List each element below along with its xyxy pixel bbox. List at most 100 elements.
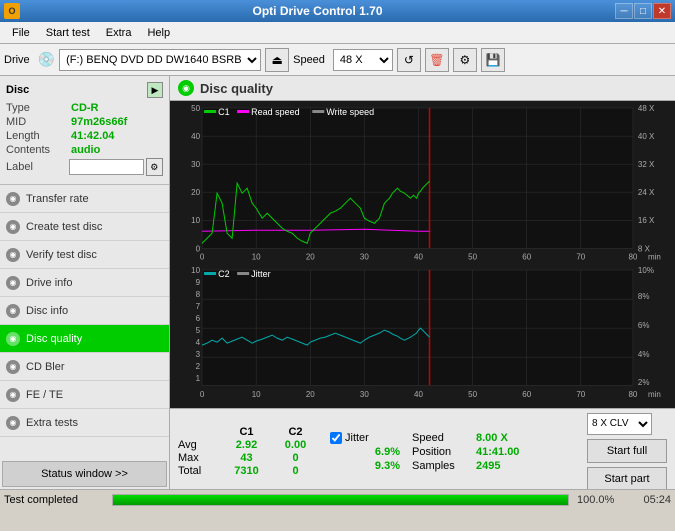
speed-label: Speed xyxy=(412,432,472,444)
status-text: Test completed xyxy=(4,494,104,506)
disc-info-panel: Disc ▶ Type CD-R MID 97m26s66f Length 41… xyxy=(0,76,169,185)
svg-text:60: 60 xyxy=(522,391,531,400)
menu-file[interactable]: File xyxy=(4,25,38,41)
content-header: ◉ Disc quality xyxy=(170,76,675,101)
statusbar: Test completed 100.0% 05:24 xyxy=(0,489,675,509)
start-part-button[interactable]: Start part xyxy=(587,467,667,489)
svg-text:32 X: 32 X xyxy=(638,160,655,169)
sidebar-item-cd-bler-label: CD Bler xyxy=(26,361,65,373)
svg-text:C2: C2 xyxy=(218,269,230,279)
status-window-button[interactable]: Status window >> xyxy=(2,461,167,487)
menu-start-test[interactable]: Start test xyxy=(38,25,98,41)
svg-text:40 X: 40 X xyxy=(638,132,655,141)
menu-extra[interactable]: Extra xyxy=(98,25,140,41)
svg-text:min: min xyxy=(648,252,661,261)
svg-text:C1: C1 xyxy=(218,107,230,117)
chart1-svg: 50 40 30 20 10 0 48 X 40 X 32 X 24 X 16 … xyxy=(172,103,673,263)
menubar: File Start test Extra Help xyxy=(0,22,675,44)
sidebar-item-cd-bler[interactable]: ◉ CD Bler xyxy=(0,353,169,381)
drive-select[interactable]: (F:) BENQ DVD DD DW1640 BSRB xyxy=(59,49,261,71)
max-jitter-value: 9.3% xyxy=(330,460,400,472)
start-full-button[interactable]: Start full xyxy=(587,439,667,463)
save-button[interactable]: 💾 xyxy=(481,48,505,72)
action-buttons: 8 X CLV 16 X CLV 24 X CLV 32 X CLV 48 X … xyxy=(587,413,667,489)
drive-label: Drive xyxy=(4,54,30,66)
create-test-disc-icon: ◉ xyxy=(6,220,20,234)
sidebar-item-verify-test-disc-label: Verify test disc xyxy=(26,249,97,261)
sidebar: Disc ▶ Type CD-R MID 97m26s66f Length 41… xyxy=(0,76,170,489)
content-icon: ◉ xyxy=(178,80,194,96)
titlebar: O Opti Drive Control 1.70 ─ □ ✕ xyxy=(0,0,675,22)
svg-text:50: 50 xyxy=(468,391,477,400)
sidebar-item-transfer-rate[interactable]: ◉ Transfer rate xyxy=(0,185,169,213)
svg-text:40: 40 xyxy=(414,391,423,400)
sidebar-item-disc-info-label: Disc info xyxy=(26,305,68,317)
contents-label: Contents xyxy=(6,144,71,156)
sidebar-item-verify-test-disc[interactable]: ◉ Verify test disc xyxy=(0,241,169,269)
progress-bar xyxy=(112,494,569,506)
close-button[interactable]: ✕ xyxy=(653,3,671,19)
sidebar-menu: ◉ Transfer rate ◉ Create test disc ◉ Ver… xyxy=(0,185,169,459)
contents-value: audio xyxy=(71,144,100,156)
svg-text:5: 5 xyxy=(196,326,201,335)
svg-text:30: 30 xyxy=(191,160,200,169)
samples-label: Samples xyxy=(412,460,472,472)
drive-icon: 💿 xyxy=(38,51,55,68)
stats-panel: C1 C2 Avg 2.92 0.00 Max 43 0 Total 7310 … xyxy=(170,408,675,489)
config-button[interactable]: ⚙ xyxy=(453,48,477,72)
avg-jitter-value: 6.9% xyxy=(330,446,400,458)
svg-text:10: 10 xyxy=(191,216,200,225)
sidebar-item-drive-info[interactable]: ◉ Drive info xyxy=(0,269,169,297)
clear-button[interactable]: 🗑 xyxy=(425,48,449,72)
maximize-button[interactable]: □ xyxy=(634,3,652,19)
svg-text:30: 30 xyxy=(360,252,369,261)
svg-text:0: 0 xyxy=(200,252,205,261)
menu-help[interactable]: Help xyxy=(139,25,178,41)
content-title: Disc quality xyxy=(200,81,273,96)
jitter-checkbox[interactable] xyxy=(330,432,342,444)
svg-text:8: 8 xyxy=(196,290,201,299)
speed-label: Speed xyxy=(293,54,325,66)
minimize-button[interactable]: ─ xyxy=(615,3,633,19)
svg-text:3: 3 xyxy=(196,350,201,359)
svg-text:0: 0 xyxy=(200,391,205,400)
sidebar-item-disc-quality[interactable]: ◉ Disc quality xyxy=(0,325,169,353)
sidebar-item-disc-info[interactable]: ◉ Disc info xyxy=(0,297,169,325)
fe-te-icon: ◉ xyxy=(6,388,20,402)
position-value: 41:41.00 xyxy=(476,446,546,458)
stats-empty-header xyxy=(178,426,220,438)
transfer-rate-icon: ◉ xyxy=(6,192,20,206)
speed-select[interactable]: 48 X xyxy=(333,49,393,71)
svg-text:50: 50 xyxy=(468,252,477,261)
disc-label-config-button[interactable]: ⚙ xyxy=(146,158,163,176)
svg-text:min: min xyxy=(648,391,661,400)
samples-value: 2495 xyxy=(476,460,546,472)
svg-text:10: 10 xyxy=(252,391,261,400)
length-label: Length xyxy=(6,130,71,142)
svg-text:70: 70 xyxy=(576,252,585,261)
disc-arrow-button[interactable]: ▶ xyxy=(147,82,163,98)
disc-label-input[interactable] xyxy=(69,159,144,175)
eject-button[interactable]: ⏏ xyxy=(265,48,289,72)
svg-text:48 X: 48 X xyxy=(638,104,655,113)
disc-info-icon: ◉ xyxy=(6,304,20,318)
speed-value: 8.00 X xyxy=(476,432,546,444)
refresh-button[interactable]: ↺ xyxy=(397,48,421,72)
clv-speed-select[interactable]: 8 X CLV 16 X CLV 24 X CLV 32 X CLV 48 X … xyxy=(587,413,652,435)
mid-label: MID xyxy=(6,116,71,128)
charts-area: 50 40 30 20 10 0 48 X 40 X 32 X 24 X 16 … xyxy=(170,101,675,408)
svg-text:50: 50 xyxy=(191,104,200,113)
jitter-label: Jitter xyxy=(345,432,369,444)
total-c1-value: 7310 xyxy=(224,465,269,477)
max-label: Max xyxy=(178,452,220,464)
avg-label: Avg xyxy=(178,439,220,451)
sidebar-item-fe-te[interactable]: ◉ FE / TE xyxy=(0,381,169,409)
svg-text:Write speed: Write speed xyxy=(326,107,374,117)
sidebar-item-fe-te-label: FE / TE xyxy=(26,389,63,401)
app-icon: O xyxy=(4,3,20,19)
sidebar-item-extra-tests[interactable]: ◉ Extra tests xyxy=(0,409,169,437)
sidebar-item-create-test-disc[interactable]: ◉ Create test disc xyxy=(0,213,169,241)
position-label: Position xyxy=(412,446,472,458)
content-area: ◉ Disc quality xyxy=(170,76,675,489)
disc-quality-icon: ◉ xyxy=(6,332,20,346)
